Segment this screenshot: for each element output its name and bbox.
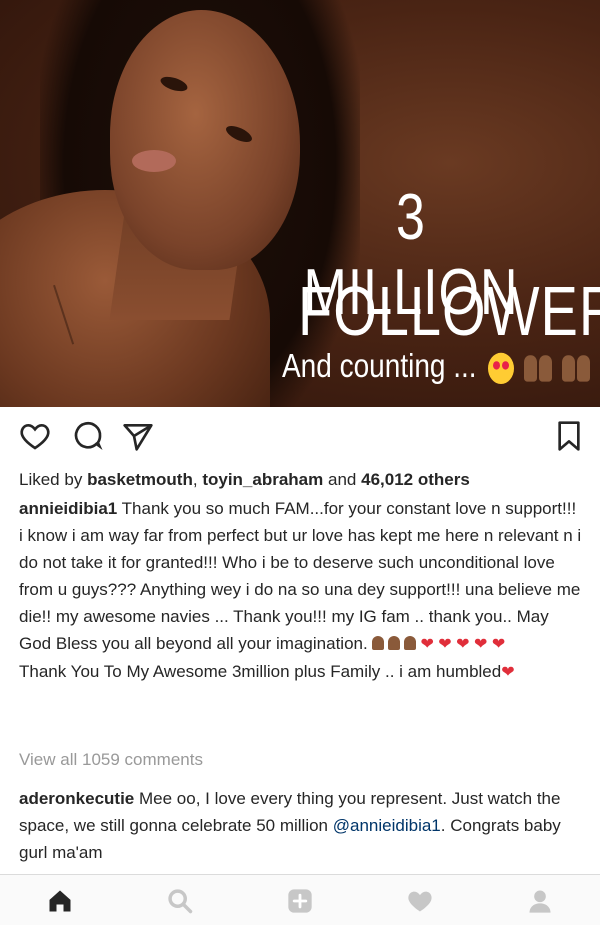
search-icon[interactable] — [165, 887, 195, 915]
activity-heart-icon[interactable] — [405, 887, 435, 915]
profile-icon[interactable] — [525, 887, 555, 915]
bottom-nav — [0, 874, 600, 925]
comment-bubble-icon[interactable] — [72, 420, 104, 452]
post-action-bar — [18, 420, 582, 456]
comment: aderonkecutie Mee oo, I love every thing… — [19, 785, 584, 866]
likes-summary[interactable]: Liked by basketmouth, toyin_abraham and … — [19, 470, 470, 490]
liker-username[interactable]: toyin_abraham — [202, 470, 323, 489]
raised-hands-emoji — [576, 354, 590, 382]
heart-eyes-emoji — [488, 352, 515, 384]
likes-and: and — [328, 470, 357, 489]
caption-text: Thank you so much FAM...for your constan… — [19, 499, 582, 653]
heart-outline-icon[interactable] — [18, 420, 52, 452]
red-hearts-emojis: ❤ ❤ ❤ ❤ ❤ — [420, 636, 506, 653]
likes-separator: , — [192, 470, 198, 489]
view-all-comments-link[interactable]: View all 1059 comments — [19, 750, 203, 770]
post-caption: annieidibia1 Thank you so much FAM...for… — [19, 495, 584, 686]
comment-username[interactable]: aderonkecutie — [19, 789, 134, 808]
home-icon[interactable] — [45, 887, 75, 915]
prayer-hands-emoji — [404, 636, 417, 650]
raised-hands-emoji — [524, 354, 538, 382]
prayer-hands-emoji — [388, 636, 401, 650]
comment-mention[interactable]: @annieidibia1 — [333, 816, 441, 835]
likes-prefix: Liked by — [19, 470, 83, 489]
prayer-hands-emojis — [372, 634, 420, 653]
caption-text-2: Thank You To My Awesome 3million plus Fa… — [19, 662, 502, 681]
raised-hands-emoji — [539, 354, 553, 382]
bookmark-icon[interactable] — [556, 420, 582, 452]
prayer-hands-emoji — [372, 636, 385, 650]
photo-lips — [132, 150, 176, 172]
paper-plane-icon[interactable] — [122, 420, 154, 452]
headline-line2: FOLLOWERS — [298, 271, 600, 350]
subline-text: And counting ... — [282, 346, 477, 384]
subline: And counting ... — [282, 347, 590, 385]
caption-username[interactable]: annieidibia1 — [19, 499, 117, 518]
raised-hands-emoji — [561, 354, 575, 382]
red-heart-emoji: ❤ — [501, 664, 515, 681]
post-image[interactable]: 3 MILLION FOLLOWERS And counting ... — [0, 0, 600, 407]
likes-count[interactable]: 46,012 others — [361, 470, 470, 489]
liker-username[interactable]: basketmouth — [87, 470, 193, 489]
add-post-icon[interactable] — [285, 887, 315, 915]
